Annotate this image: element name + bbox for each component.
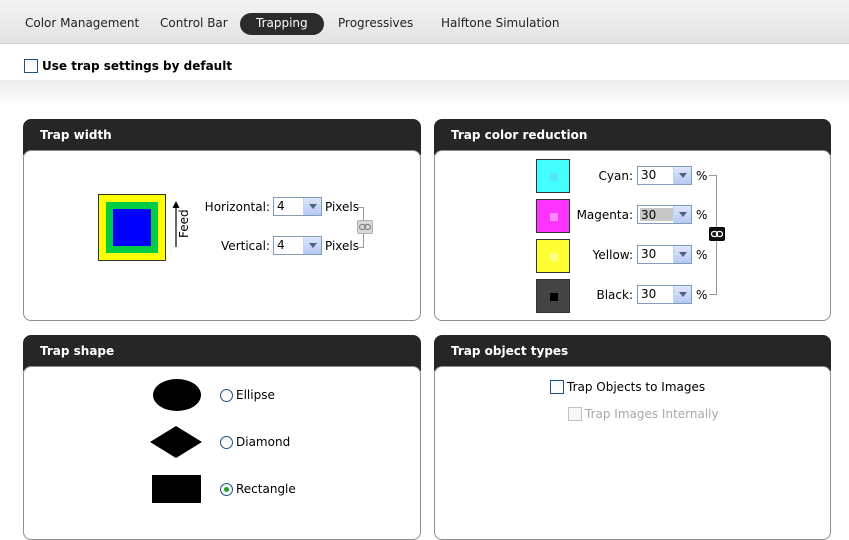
diamond-option[interactable]: Diamond [220,435,290,449]
tab-trapping[interactable]: Trapping [240,13,324,35]
separator-band [0,80,849,106]
trap-images-internally-checkbox [568,407,582,421]
trap-object-types-body: Trap Objects to Images Trap Images Inter… [434,366,831,540]
trap-images-internally-label: Trap Images Internally [585,407,719,421]
chevron-down-icon[interactable] [673,167,691,184]
trap-objects-to-images-row[interactable]: Trap Objects to Images [550,380,705,394]
cyan-unit: % [696,169,708,183]
rectangle-label: Rectangle [236,482,296,496]
rectangle-option[interactable]: Rectangle [220,482,296,496]
chain-link-icon[interactable] [709,227,725,241]
ellipse-label: Ellipse [236,388,275,402]
chevron-down-icon[interactable] [673,206,691,223]
trap-width-panel: Trap width Feed Horizontal: 4 Pixels Ver… [23,119,421,321]
chain-link-icon[interactable] [357,220,373,234]
chevron-down-icon[interactable] [303,237,321,254]
cyan-select[interactable]: 30 [637,166,692,185]
magenta-select[interactable]: 30 [637,205,692,224]
horizontal-select[interactable]: 4 [273,197,322,216]
tab-halftone-simulation[interactable]: Halftone Simulation [430,13,571,35]
tab-color-management[interactable]: Color Management [14,13,150,35]
black-select[interactable]: 30 [637,285,692,304]
rectangle-radio[interactable] [220,482,233,496]
horizontal-label: Horizontal: [204,200,270,214]
ellipse-shape-icon [153,379,201,411]
horizontal-unit: Pixels [325,200,360,214]
yellow-label: Yellow: [592,248,633,262]
black-label: Black: [596,288,633,302]
use-trap-settings-label: Use trap settings by default [42,59,233,73]
ellipse-option[interactable]: Ellipse [220,388,275,402]
tab-progressives[interactable]: Progressives [327,13,424,35]
ellipse-radio[interactable] [220,388,233,402]
diamond-label: Diamond [236,435,291,449]
magenta-unit: % [696,208,708,222]
vertical-label: Vertical: [221,239,270,253]
tab-control-bar[interactable]: Control Bar [149,13,239,35]
rectangle-shape-icon [152,475,201,503]
vertical-unit: Pixels [325,239,360,253]
yellow-unit: % [696,248,708,262]
yellow-select[interactable]: 30 [637,245,692,264]
trap-shape-panel: Trap shape Ellipse Diamond Rectangle [23,335,421,540]
vertical-select[interactable]: 4 [273,236,322,255]
chevron-down-icon[interactable] [303,198,321,215]
diamond-shape-icon [150,426,202,458]
feed-label: Feed [177,209,191,238]
chevron-down-icon[interactable] [673,246,691,263]
cyan-label: Cyan: [598,169,633,183]
magenta-label: Magenta: [576,208,633,222]
black-unit: % [696,288,708,302]
trap-color-reduction-panel: Trap color reduction Cyan: 30 % Magenta:… [434,119,831,321]
use-trap-settings-checkbox[interactable] [24,59,38,73]
trap-preview-inner [113,209,151,246]
tab-bar: Color Management Control Bar Trapping Pr… [0,0,849,44]
trap-width-body: Feed Horizontal: 4 Pixels Vertical: 4 Pi… [23,150,421,321]
use-trap-settings-row[interactable]: Use trap settings by default [24,58,232,74]
trap-shape-body: Ellipse Diamond Rectangle [23,366,421,540]
trap-object-types-panel: Trap object types Trap Objects to Images… [434,335,831,540]
diamond-radio[interactable] [220,435,233,449]
chevron-down-icon[interactable] [673,286,691,303]
trap-objects-to-images-checkbox[interactable] [550,380,564,394]
trap-images-internally-row: Trap Images Internally [568,407,719,421]
trap-objects-to-images-label: Trap Objects to Images [567,380,706,394]
trap-color-reduction-body: Cyan: 30 % Magenta: 30 % Yellow: 30 % Bl… [434,150,831,321]
